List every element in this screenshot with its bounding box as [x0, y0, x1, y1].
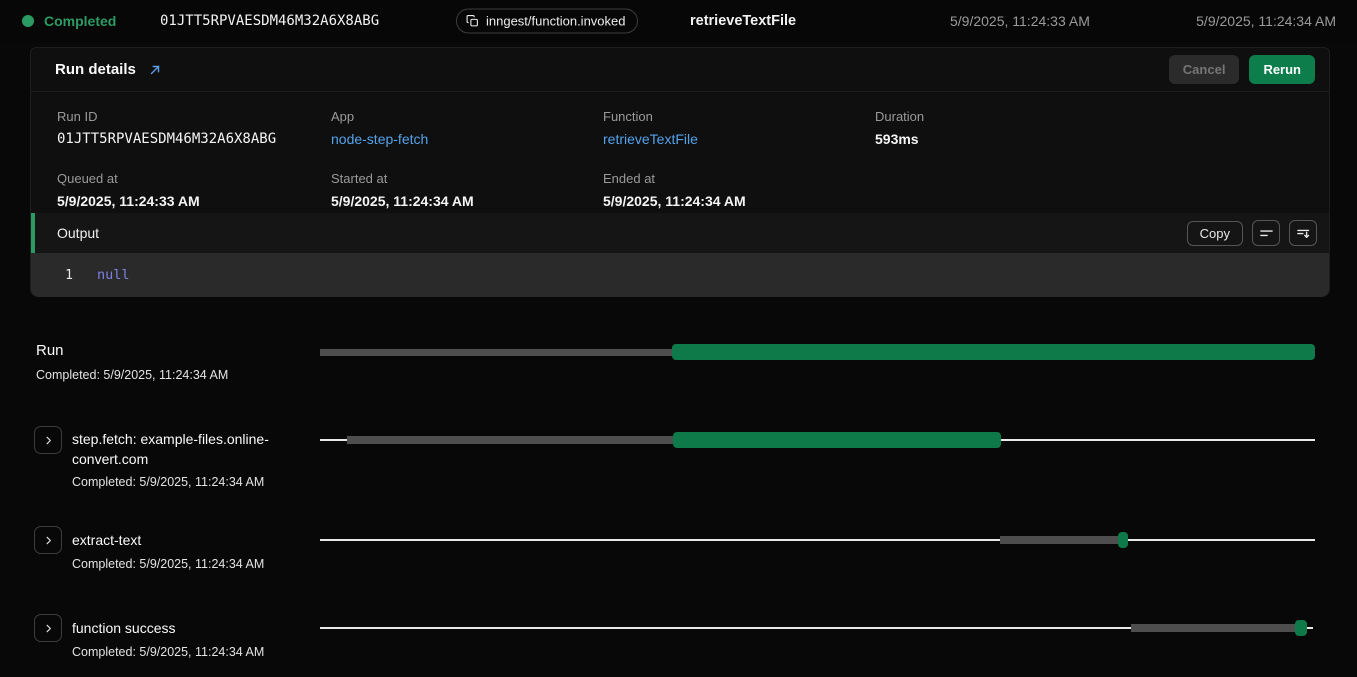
- field-value: 5/9/2025, 11:24:34 AM: [603, 193, 875, 209]
- chevron-right-icon: [43, 623, 54, 634]
- bar-queue-segment: [1131, 624, 1295, 632]
- output-header: Output Copy: [31, 213, 1329, 253]
- trace-step-name: function success: [72, 618, 176, 638]
- top-run-id: 01JTT5RPVAESDM46M32A6X8ABG: [160, 13, 379, 29]
- field-app: App node-step-fetch: [331, 109, 603, 147]
- output-code-editor[interactable]: 1 null: [31, 253, 1329, 297]
- field-label: Started at: [331, 171, 603, 186]
- wrap-lines-icon: [1259, 226, 1274, 241]
- field-label: Run ID: [57, 109, 331, 124]
- field-value: 5/9/2025, 11:24:34 AM: [331, 193, 603, 209]
- trace-bar-function-success[interactable]: [320, 620, 1315, 636]
- top-function-name: retrieveTextFile: [690, 13, 796, 29]
- line-number: 1: [31, 268, 73, 283]
- trace-step-name: extract-text: [72, 530, 141, 550]
- bar-run-segment: [673, 432, 1000, 448]
- bar-run-segment: [1118, 532, 1128, 548]
- event-badge-label: inngest/function.invoked: [486, 14, 625, 29]
- trace-step-name: Run: [36, 341, 64, 361]
- expand-step-fetch-button[interactable]: [34, 426, 62, 454]
- output-title: Output: [57, 225, 1187, 241]
- copy-output-button[interactable]: Copy: [1187, 221, 1243, 246]
- expand-function-success-button[interactable]: [34, 614, 62, 642]
- field-label: Ended at: [603, 171, 875, 186]
- field-value: 593ms: [875, 131, 1313, 147]
- field-queued-at: Queued at 5/9/2025, 11:24:33 AM: [57, 171, 331, 209]
- field-label: App: [331, 109, 603, 124]
- bar-run-segment: [1295, 620, 1307, 636]
- field-function: Function retrieveTextFile: [603, 109, 875, 147]
- chevron-right-icon: [43, 535, 54, 546]
- trace-bar-run[interactable]: [320, 344, 1315, 360]
- bar-track-line: [320, 539, 1315, 541]
- rerun-button[interactable]: Rerun: [1249, 55, 1315, 84]
- bar-run-segment: [672, 344, 1315, 360]
- trace-row-extract-text: extract-text Completed: 5/9/2025, 11:24:…: [0, 526, 1357, 586]
- field-ended-at: Ended at 5/9/2025, 11:24:34 AM: [603, 171, 875, 209]
- trace-step-completed: Completed: 5/9/2025, 11:24:34 AM: [72, 645, 264, 659]
- bar-queue-segment: [320, 349, 672, 356]
- run-list-row[interactable]: Completed 01JTT5RPVAESDM46M32A6X8ABG inn…: [0, 0, 1357, 42]
- copy-icon: [466, 15, 479, 28]
- trace-row-step-fetch: step.fetch: example-files.online-convert…: [0, 426, 1357, 496]
- cancel-button[interactable]: Cancel: [1169, 55, 1240, 84]
- bar-queue-segment: [1000, 536, 1118, 544]
- trace-step-completed: Completed: 5/9/2025, 11:24:34 AM: [72, 475, 322, 489]
- expand-output-button[interactable]: [1289, 220, 1317, 246]
- event-badge[interactable]: inngest/function.invoked: [456, 9, 638, 34]
- status-label: Completed: [44, 13, 116, 29]
- wrap-lines-button[interactable]: [1252, 220, 1280, 246]
- run-details-fields: Run ID 01JTT5RPVAESDM46M32A6X8ABG App no…: [31, 92, 1329, 209]
- trace-row-run: Run Completed: 5/9/2025, 11:24:34 AM: [0, 341, 1357, 391]
- run-details-header: Run details Cancel Rerun: [31, 48, 1329, 92]
- run-status: Completed: [22, 13, 116, 29]
- trace-step-name: step.fetch: example-files.online-convert…: [72, 429, 322, 469]
- status-dot-icon: [22, 15, 34, 27]
- field-value: 01JTT5RPVAESDM46M32A6X8ABG: [57, 131, 331, 147]
- top-started-timestamp: 5/9/2025, 11:24:34 AM: [1196, 13, 1336, 29]
- field-label: Duration: [875, 109, 1313, 124]
- trace-bar-step-fetch[interactable]: [320, 432, 1315, 448]
- field-value: 5/9/2025, 11:24:33 AM: [57, 193, 331, 209]
- expand-extract-text-button[interactable]: [34, 526, 62, 554]
- trace-step-completed: Completed: 5/9/2025, 11:24:34 AM: [36, 368, 228, 382]
- top-queued-timestamp: 5/9/2025, 11:24:33 AM: [950, 13, 1090, 29]
- trace-row-function-success: function success Completed: 5/9/2025, 11…: [0, 614, 1357, 674]
- expand-down-icon: [1296, 226, 1311, 241]
- field-started-at: Started at 5/9/2025, 11:24:34 AM: [331, 171, 603, 209]
- field-label: Function: [603, 109, 875, 124]
- field-label: Queued at: [57, 171, 331, 186]
- trace-step-completed: Completed: 5/9/2025, 11:24:34 AM: [72, 557, 264, 571]
- field-run-id: Run ID 01JTT5RPVAESDM46M32A6X8ABG: [57, 109, 331, 147]
- function-link[interactable]: retrieveTextFile: [603, 131, 875, 147]
- panel-title: Run details: [55, 61, 136, 78]
- run-details-panel: Run details Cancel Rerun Run ID 01JTT5RP…: [30, 47, 1330, 297]
- chevron-right-icon: [43, 435, 54, 446]
- field-duration: Duration 593ms: [875, 109, 1313, 147]
- bar-queue-segment: [347, 436, 673, 444]
- app-link[interactable]: node-step-fetch: [331, 131, 603, 147]
- external-link-icon[interactable]: [148, 63, 162, 77]
- trace-bar-extract-text[interactable]: [320, 532, 1315, 548]
- output-value: null: [97, 267, 130, 283]
